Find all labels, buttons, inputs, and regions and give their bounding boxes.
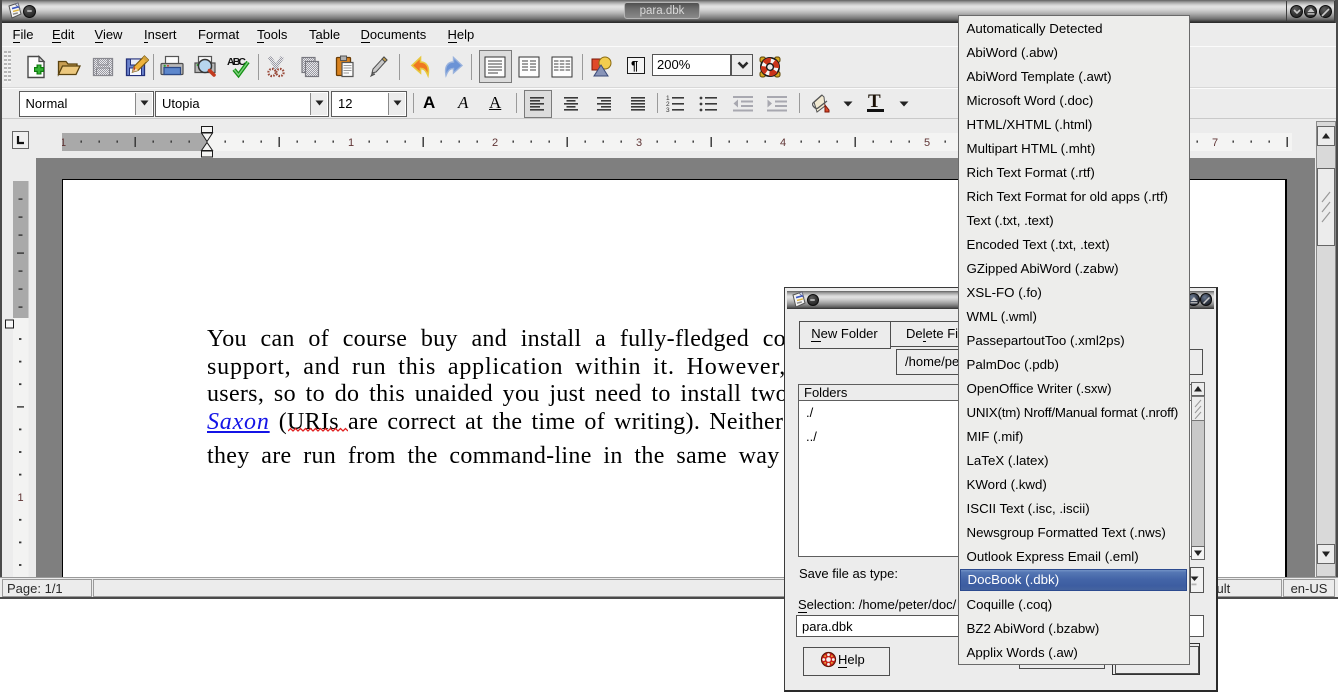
svg-text:1: 1 [17,492,23,504]
svg-text:3: 3 [666,107,670,114]
svg-text:4: 4 [780,137,786,149]
svg-text:7: 7 [1212,137,1218,149]
svg-text:5: 5 [924,137,930,149]
svg-text:3: 3 [636,137,642,149]
svg-text:1: 1 [348,137,354,149]
svg-text:2: 2 [492,137,498,149]
svg-text:1: 1 [62,137,66,149]
